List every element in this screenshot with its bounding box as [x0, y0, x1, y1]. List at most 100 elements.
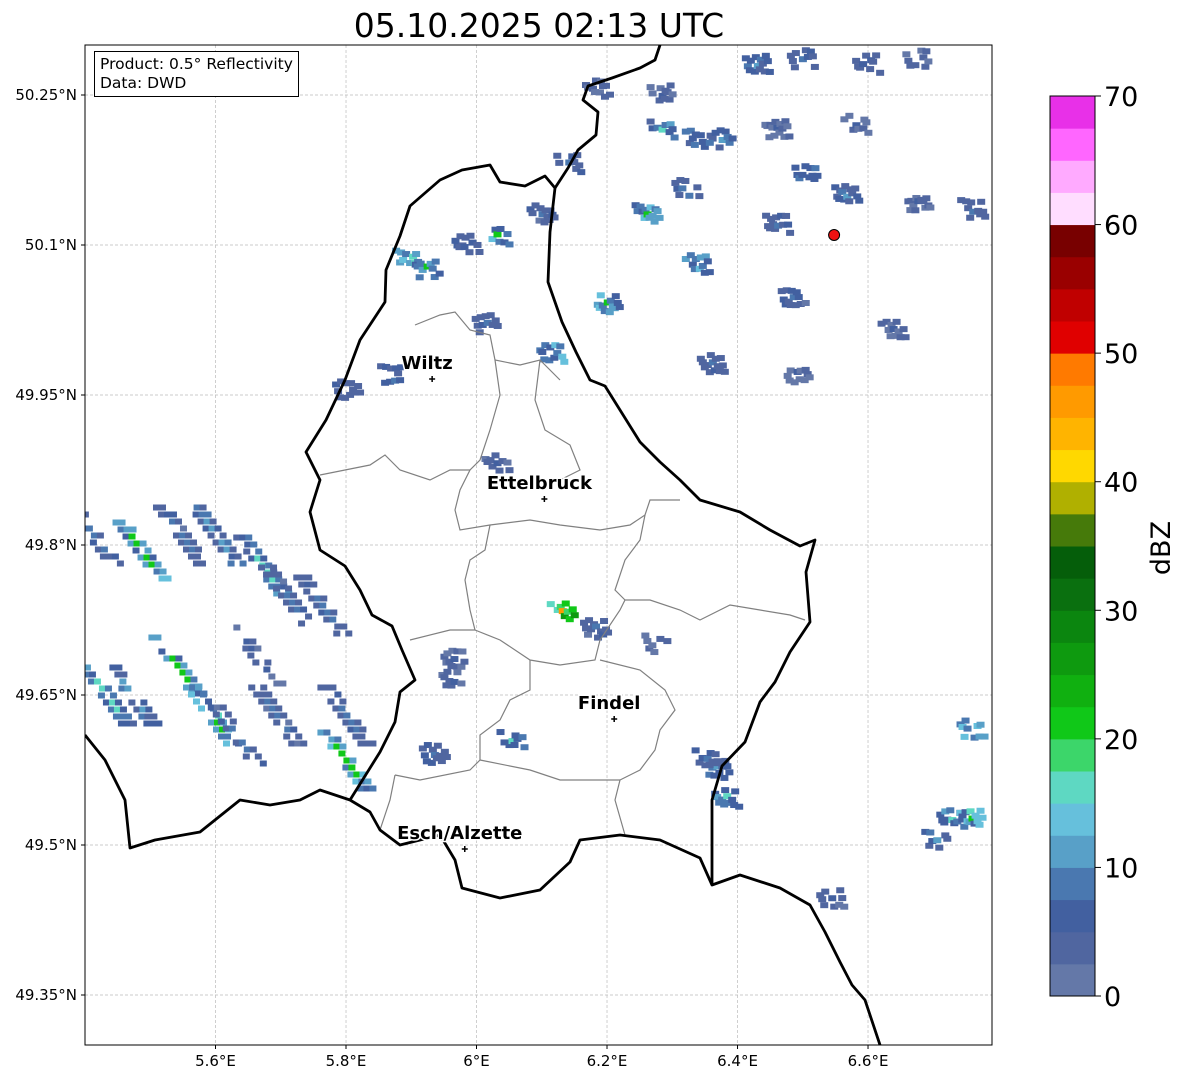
radar-cell [323, 729, 331, 736]
radar-cell [356, 389, 365, 396]
radar-cell [976, 721, 985, 728]
border-germany-belgium [553, 45, 662, 189]
radar-cell [966, 214, 975, 221]
colorbar-tick-label: 0 [1104, 982, 1121, 1013]
radar-cell [678, 185, 687, 192]
radar-cell [104, 685, 112, 692]
radar-cell [129, 526, 137, 533]
radar-cell [845, 112, 854, 119]
radar-cell [85, 525, 93, 532]
radar-cell [641, 632, 650, 639]
radar-cell [212, 539, 220, 546]
radar-cell [115, 664, 123, 671]
radar-cell [118, 713, 126, 720]
radar-cell [213, 726, 221, 733]
radar-cell [172, 532, 180, 539]
radar-cell [255, 548, 263, 555]
radar-cell [718, 362, 727, 369]
radar-cell [786, 229, 795, 236]
radar-cell [233, 624, 241, 631]
radar-cell [570, 612, 579, 619]
radar-cell [314, 595, 322, 602]
radar-cell [561, 600, 570, 607]
radar-cell [859, 61, 868, 68]
radar-cell [975, 821, 984, 828]
radar-cell [342, 719, 350, 726]
colorbar-bin [1050, 963, 1095, 997]
radar-cell [258, 564, 266, 571]
y-tick-label: 50.1°N [25, 236, 77, 254]
colorbar-bin [1050, 353, 1095, 386]
x-tick-label: 5.6°E [195, 1052, 236, 1070]
radar-cell [158, 575, 166, 582]
radar-cell [786, 367, 795, 374]
radar-cell [118, 685, 126, 692]
radar-cell [798, 171, 807, 178]
radar-cell [303, 588, 311, 595]
radar-cell [305, 574, 313, 581]
radar-cell [577, 169, 586, 176]
radar-cell [735, 803, 744, 810]
radar-cell [133, 540, 141, 547]
radar-echo [741, 52, 774, 75]
y-tick-label: 49.65°N [15, 686, 77, 704]
colorbar-bin [1050, 160, 1095, 193]
colorbar-tick-label: 30 [1104, 596, 1138, 627]
radar-cell [450, 656, 459, 663]
radar-cell [102, 699, 110, 706]
radar-cell [208, 525, 216, 532]
radar-cell [323, 616, 331, 623]
radar-cell [209, 518, 217, 525]
radar-cell [851, 185, 860, 192]
radar-cell [155, 720, 163, 727]
radar-cell [263, 666, 271, 673]
city-marker-icon [541, 496, 548, 502]
radar-cell [253, 691, 261, 698]
radar-cell [304, 581, 312, 588]
radar-cell [148, 561, 156, 568]
radar-echo [791, 163, 822, 182]
radar-cell [264, 659, 272, 666]
radar-cell [784, 221, 793, 228]
radar-cell [192, 560, 200, 567]
radar-cell [505, 241, 514, 248]
radar-cell [137, 554, 145, 561]
radar-echo [481, 452, 514, 474]
colorbar-bin [1050, 256, 1095, 290]
radar-cell [691, 747, 700, 754]
colorbar-bin [1050, 899, 1095, 933]
radar-cell [334, 691, 342, 698]
radar-cell [184, 676, 192, 683]
radar-cell [605, 91, 614, 98]
radar-echo [440, 647, 469, 670]
radar-cell [921, 63, 930, 70]
radar-cell [852, 57, 861, 64]
radar-cell [978, 814, 987, 821]
radar-cell [153, 568, 161, 575]
radar-cell [330, 609, 338, 616]
radar-cell [117, 720, 125, 727]
radar-cell [353, 771, 361, 778]
radar-cell [159, 568, 167, 575]
radar-cell [324, 609, 332, 616]
radar-cell [428, 265, 437, 272]
radar-cell [193, 698, 201, 705]
radar-cell [869, 58, 878, 65]
radar-cell [280, 578, 288, 585]
radar-cell [648, 90, 657, 97]
radar-cell [244, 541, 252, 548]
radar-cell [109, 692, 117, 699]
radar-cell [872, 52, 881, 59]
radar-cell [112, 519, 120, 526]
radar-cell [283, 599, 291, 606]
radar-cell [294, 740, 302, 747]
colorbar-bin [1050, 288, 1095, 322]
radar-cell [343, 757, 351, 764]
radar-cell [283, 733, 291, 740]
radar-cell [943, 835, 952, 842]
radar-cell [177, 539, 185, 546]
radar-cell [204, 511, 212, 518]
radar-cell [169, 655, 177, 662]
radar-cell [238, 739, 246, 746]
radar-cell [458, 648, 467, 655]
